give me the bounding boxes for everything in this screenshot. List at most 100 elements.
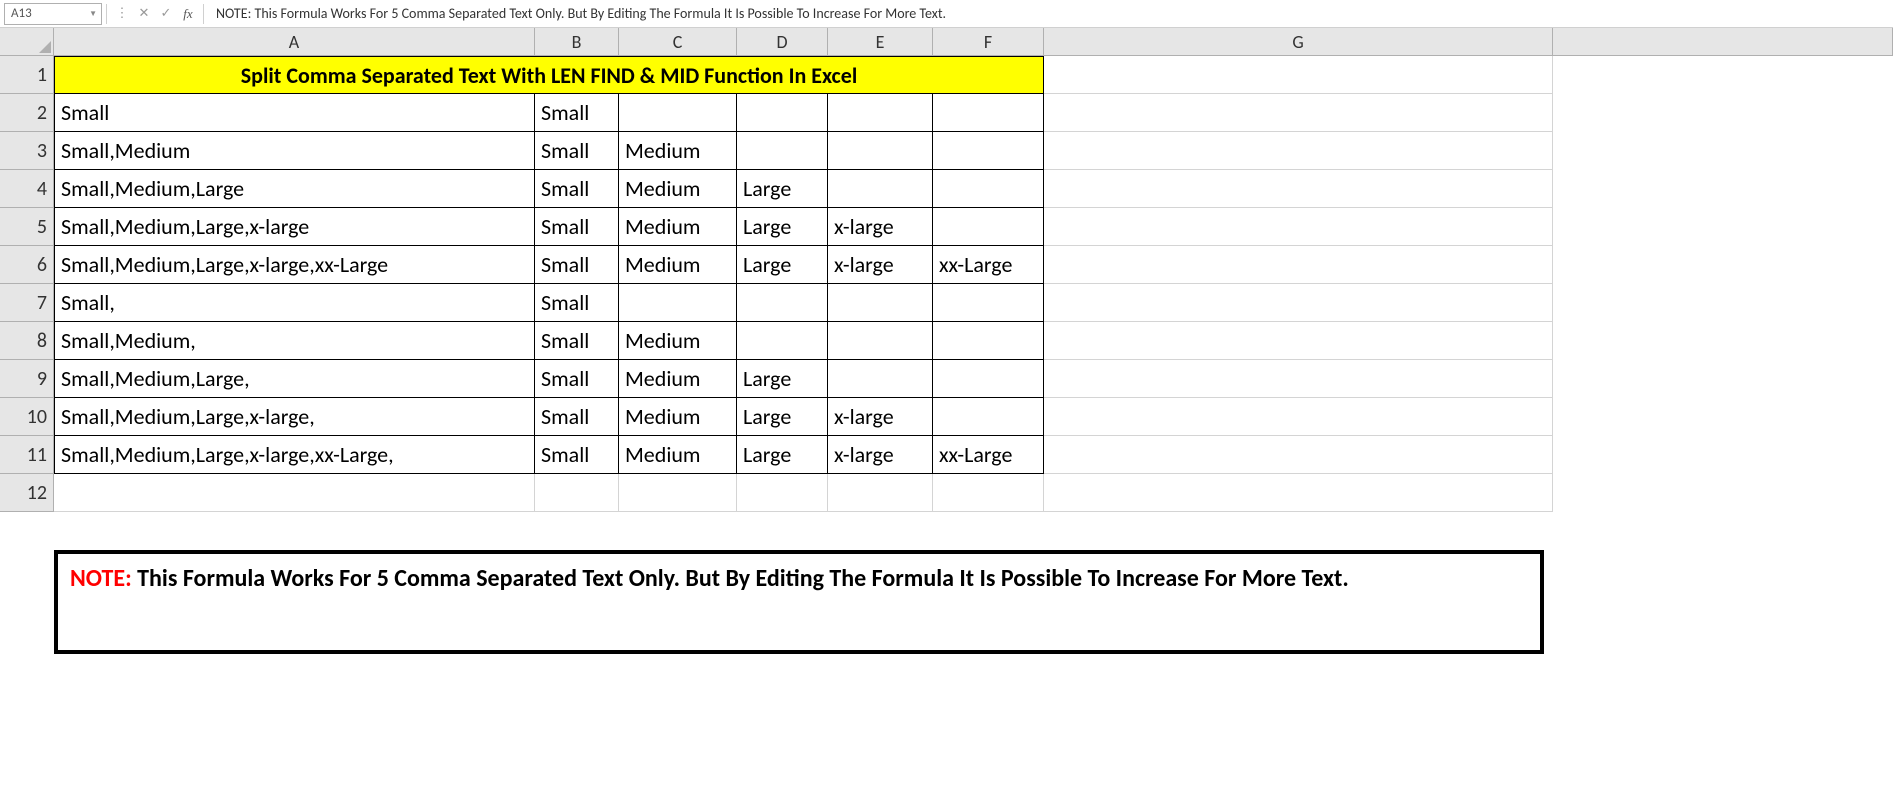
cell-F8[interactable] — [933, 322, 1044, 360]
cell-E4[interactable] — [828, 170, 933, 208]
cell-F6[interactable]: xx-Large — [933, 246, 1044, 284]
row-header-3[interactable]: 3 — [0, 132, 54, 170]
cell-B11[interactable]: Small — [535, 436, 619, 474]
cell-B4[interactable]: Small — [535, 170, 619, 208]
cell-A7[interactable]: Small, — [54, 284, 535, 322]
row-header-11[interactable]: 11 — [0, 436, 54, 474]
name-box-dropdown-icon[interactable]: ▼ — [89, 9, 97, 19]
cell-G10[interactable] — [1044, 398, 1553, 436]
row-header-8[interactable]: 8 — [0, 322, 54, 360]
row-header-1[interactable]: 1 — [0, 56, 54, 94]
cell-E5[interactable]: x-large — [828, 208, 933, 246]
cell-D11[interactable]: Large — [737, 436, 828, 474]
cell-E8[interactable] — [828, 322, 933, 360]
cell-D9[interactable]: Large — [737, 360, 828, 398]
cell-E2[interactable] — [828, 94, 933, 132]
cell-D2[interactable] — [737, 94, 828, 132]
row-header-10[interactable]: 10 — [0, 398, 54, 436]
col-header-A[interactable]: A — [54, 28, 535, 56]
cell-E3[interactable] — [828, 132, 933, 170]
row-header-4[interactable]: 4 — [0, 170, 54, 208]
cell-G4[interactable] — [1044, 170, 1553, 208]
cell-E12[interactable] — [828, 474, 933, 512]
cell-E7[interactable] — [828, 284, 933, 322]
cell-G7[interactable] — [1044, 284, 1553, 322]
cell-B7[interactable]: Small — [535, 284, 619, 322]
cell-B3[interactable]: Small — [535, 132, 619, 170]
cell-B8[interactable]: Small — [535, 322, 619, 360]
title-cell[interactable]: Split Comma Separated Text With LEN FIND… — [54, 56, 1044, 94]
cell-B5[interactable]: Small — [535, 208, 619, 246]
cell-C2[interactable] — [619, 94, 737, 132]
cell-C7[interactable] — [619, 284, 737, 322]
cell-D7[interactable] — [737, 284, 828, 322]
cell-G6[interactable] — [1044, 246, 1553, 284]
cell-F11[interactable]: xx-Large — [933, 436, 1044, 474]
col-header-H[interactable] — [1553, 28, 1893, 56]
cell-B10[interactable]: Small — [535, 398, 619, 436]
cell-B12[interactable] — [535, 474, 619, 512]
select-all-corner[interactable] — [0, 28, 54, 56]
cell-E11[interactable]: x-large — [828, 436, 933, 474]
cell-D5[interactable]: Large — [737, 208, 828, 246]
name-box[interactable]: A13 ▼ — [4, 3, 102, 25]
row-header-2[interactable]: 2 — [0, 94, 54, 132]
cell-D4[interactable]: Large — [737, 170, 828, 208]
cell-E10[interactable]: x-large — [828, 398, 933, 436]
cell-A8[interactable]: Small,Medium, — [54, 322, 535, 360]
cell-D3[interactable] — [737, 132, 828, 170]
cell-A3[interactable]: Small,Medium — [54, 132, 535, 170]
row-header-7[interactable]: 7 — [0, 284, 54, 322]
cell-G2[interactable] — [1044, 94, 1553, 132]
cell-E6[interactable]: x-large — [828, 246, 933, 284]
cell-A5[interactable]: Small,Medium,Large,x-large — [54, 208, 535, 246]
cell-D6[interactable]: Large — [737, 246, 828, 284]
cell-F2[interactable] — [933, 94, 1044, 132]
fx-icon[interactable]: fx — [177, 3, 199, 25]
row-header-5[interactable]: 5 — [0, 208, 54, 246]
cell-G9[interactable] — [1044, 360, 1553, 398]
cell-A9[interactable]: Small,Medium,Large, — [54, 360, 535, 398]
col-header-D[interactable]: D — [737, 28, 828, 56]
row-header-12[interactable]: 12 — [0, 474, 54, 512]
col-header-E[interactable]: E — [828, 28, 933, 56]
cell-G5[interactable] — [1044, 208, 1553, 246]
cell-C5[interactable]: Medium — [619, 208, 737, 246]
col-header-B[interactable]: B — [535, 28, 619, 56]
cell-D12[interactable] — [737, 474, 828, 512]
cell-E9[interactable] — [828, 360, 933, 398]
cell-F10[interactable] — [933, 398, 1044, 436]
cell-F12[interactable] — [933, 474, 1044, 512]
row-header-6[interactable]: 6 — [0, 246, 54, 284]
more-options-icon[interactable]: ⋮ — [111, 3, 133, 25]
cell-G3[interactable] — [1044, 132, 1553, 170]
col-header-C[interactable]: C — [619, 28, 737, 56]
cell-C6[interactable]: Medium — [619, 246, 737, 284]
col-header-G[interactable]: G — [1044, 28, 1553, 56]
cell-G12[interactable] — [1044, 474, 1553, 512]
cell-G8[interactable] — [1044, 322, 1553, 360]
formula-input[interactable] — [208, 3, 1889, 25]
cell-A12[interactable] — [54, 474, 535, 512]
cell-A4[interactable]: Small,Medium,Large — [54, 170, 535, 208]
note-box[interactable]: NOTE: This Formula Works For 5 Comma Sep… — [54, 550, 1544, 654]
row-header-9[interactable]: 9 — [0, 360, 54, 398]
cell-C9[interactable]: Medium — [619, 360, 737, 398]
cell-C12[interactable] — [619, 474, 737, 512]
cell-D8[interactable] — [737, 322, 828, 360]
cell-B2[interactable]: Small — [535, 94, 619, 132]
enter-icon[interactable]: ✓ — [155, 3, 177, 25]
cell-C11[interactable]: Medium — [619, 436, 737, 474]
cell-A11[interactable]: Small,Medium,Large,x-large,xx-Large, — [54, 436, 535, 474]
cell-F3[interactable] — [933, 132, 1044, 170]
cell-C3[interactable]: Medium — [619, 132, 737, 170]
cell-C8[interactable]: Medium — [619, 322, 737, 360]
cell-F4[interactable] — [933, 170, 1044, 208]
cell-G1[interactable] — [1044, 56, 1553, 94]
cell-F5[interactable] — [933, 208, 1044, 246]
cell-F9[interactable] — [933, 360, 1044, 398]
cell-C10[interactable]: Medium — [619, 398, 737, 436]
cell-F7[interactable] — [933, 284, 1044, 322]
cancel-icon[interactable]: ✕ — [133, 3, 155, 25]
cell-A2[interactable]: Small — [54, 94, 535, 132]
